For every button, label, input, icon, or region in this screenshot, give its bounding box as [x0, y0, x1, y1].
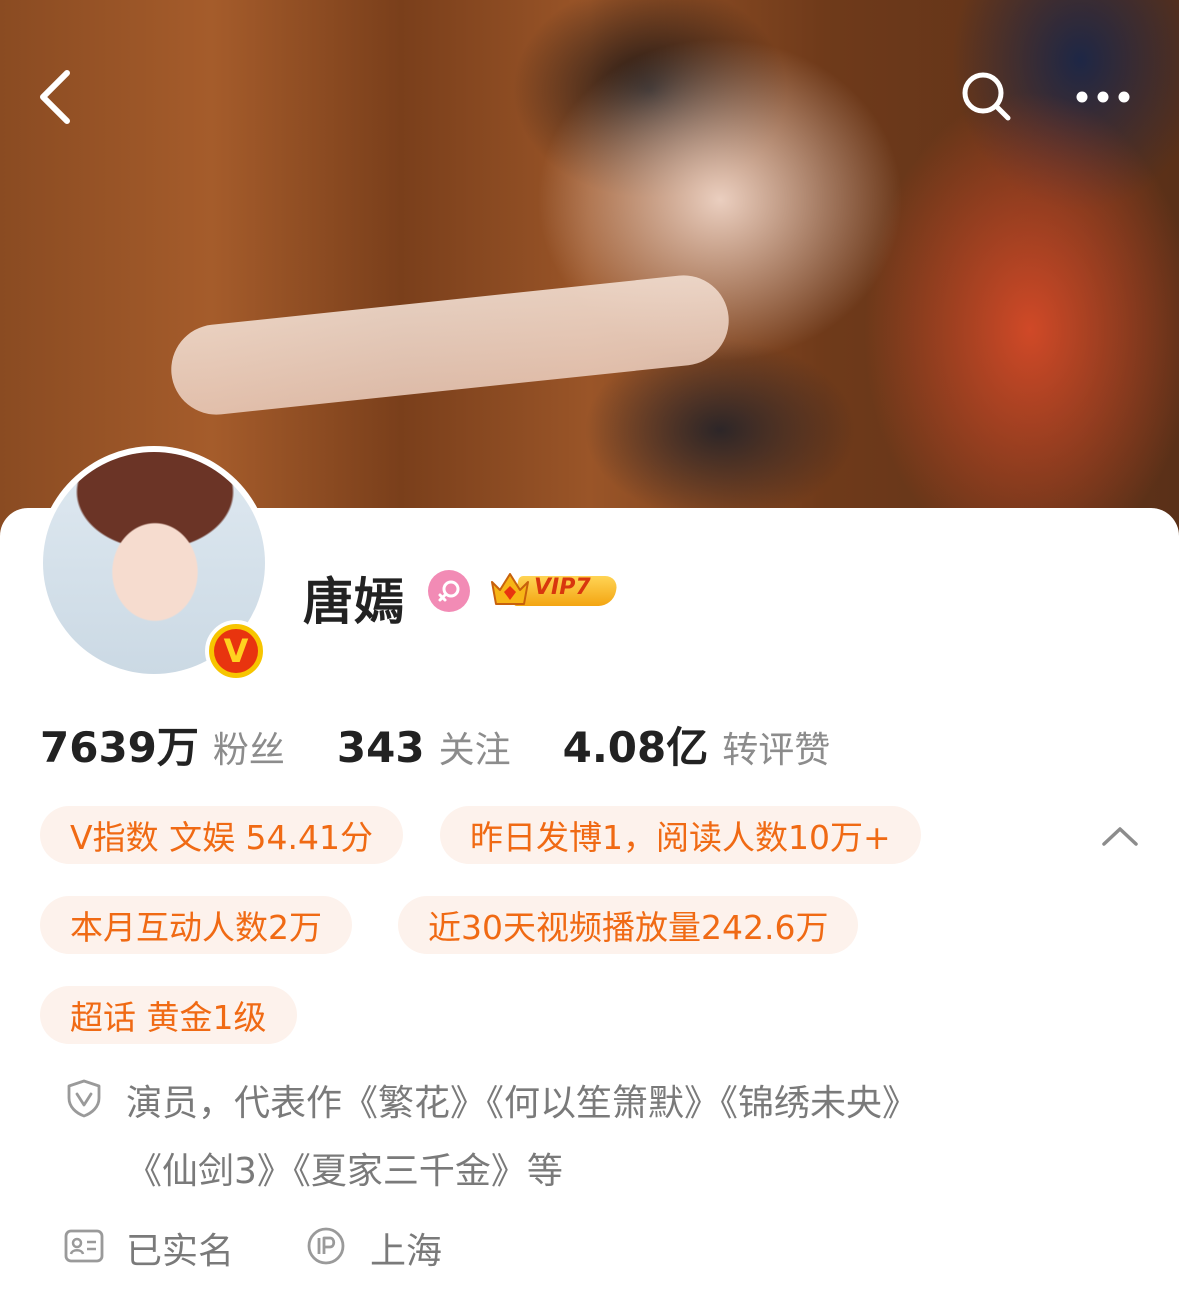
collapse-tags-button[interactable] — [1096, 812, 1144, 860]
stats-row: 7639万 粉丝 343 关注 4.08亿 转评赞 — [40, 714, 830, 774]
tag-yesterday-posts[interactable]: 昨日发博1，阅读人数10万+ — [440, 806, 921, 864]
tag-video-plays[interactable]: 近30天视频播放量242.6万 — [398, 896, 859, 954]
verified-shield-icon — [64, 1078, 104, 1118]
vip-badge[interactable]: VIP7 — [486, 568, 620, 612]
stat-value: 4.08亿 — [562, 723, 709, 772]
id-card-icon — [64, 1226, 104, 1266]
stat-value: 7639万 — [40, 723, 199, 772]
stat-followers[interactable]: 7639万 粉丝 — [40, 714, 285, 775]
stat-value: 343 — [336, 723, 425, 772]
search-button[interactable] — [952, 62, 1022, 132]
tag-monthly-interactions[interactable]: 本月互动人数2万 — [40, 896, 352, 954]
bio-line-1: 演员，代表作《繁花》《何以笙箫默》《锦绣未央》 — [126, 1083, 919, 1124]
search-icon — [962, 72, 1011, 121]
ip-location: 上海 — [370, 1231, 443, 1272]
tag-v-index[interactable]: V指数 文娱 54.41分 — [40, 806, 404, 864]
stat-label: 关注 — [438, 730, 511, 771]
ip-location-icon — [306, 1226, 346, 1266]
stat-interactions[interactable]: 4.08亿 转评赞 — [563, 714, 831, 775]
verified-badge-icon[interactable]: V — [205, 620, 267, 682]
more-button[interactable] — [1068, 62, 1138, 132]
tag-super-topic[interactable]: 超话 黄金1级 — [40, 986, 297, 1044]
stat-label: 粉丝 — [212, 730, 285, 771]
chevron-up-icon — [1102, 827, 1138, 846]
verified-badge-label: V — [214, 629, 258, 673]
stat-label: 转评赞 — [722, 730, 831, 771]
more-horizontal-icon — [1076, 91, 1130, 103]
crown-icon — [491, 573, 529, 605]
stat-following[interactable]: 343 关注 — [337, 721, 511, 773]
bio-line-2: 《仙剑3》《夏家三千金》等 — [126, 1151, 563, 1192]
back-button[interactable] — [20, 62, 90, 132]
female-icon — [428, 570, 470, 612]
cover-photo-detail — [166, 270, 734, 420]
vip-level: VIP7 — [534, 575, 591, 600]
realname-status: 已实名 — [126, 1231, 235, 1272]
chevron-left-icon — [40, 70, 70, 124]
profile-name: 唐嫣 — [303, 573, 405, 631]
